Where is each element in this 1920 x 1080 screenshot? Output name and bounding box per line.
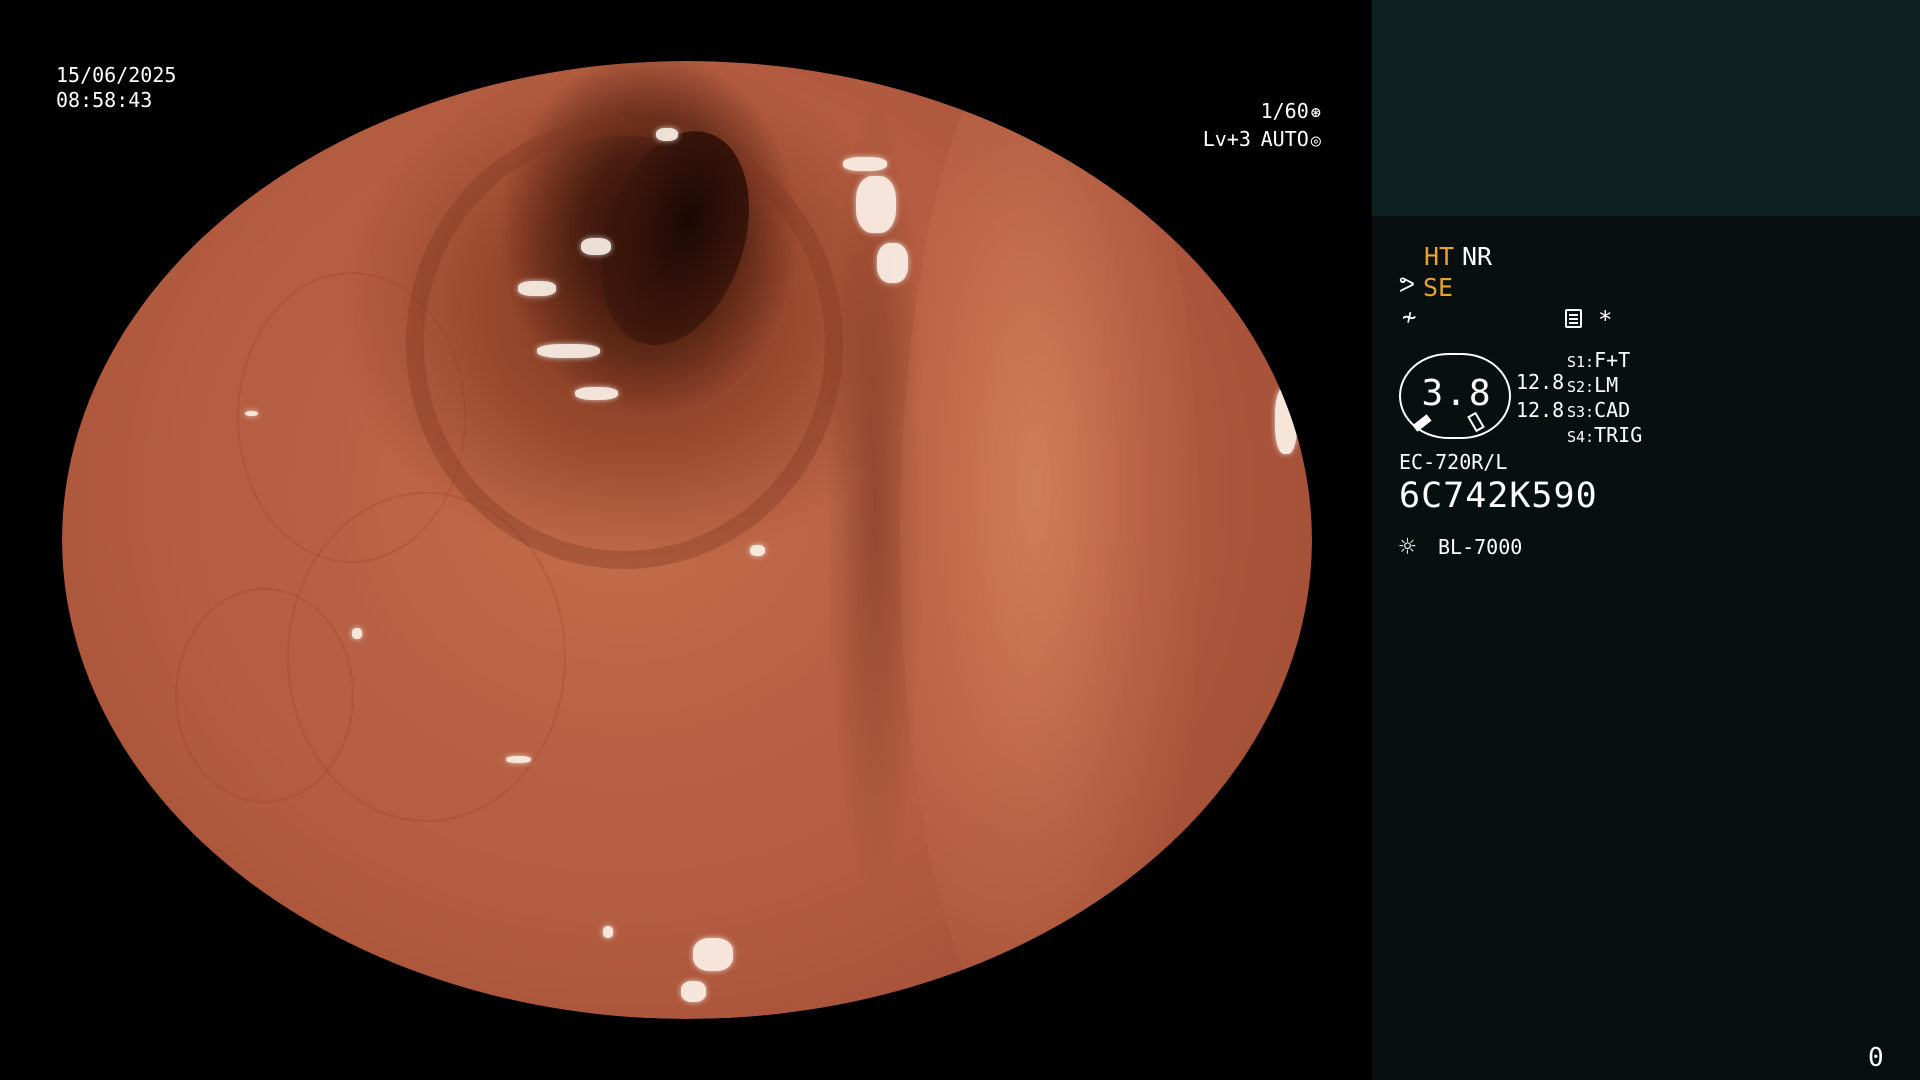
vessel-pattern — [174, 587, 354, 803]
specular-highlight — [580, 238, 611, 256]
zoom-value: 3.8 — [1421, 373, 1493, 414]
specular-highlight — [345, 951, 361, 962]
switch-function: LM — [1594, 373, 1619, 397]
nr-label: NR — [1462, 242, 1493, 271]
image-counter: 0 — [1868, 1043, 1884, 1073]
scope-switch-row: S2:LM — [1567, 373, 1618, 397]
sun-icon: ☼ — [1399, 530, 1416, 563]
shutter-speed-row: 1/60 ⊛ — [1196, 98, 1321, 126]
specular-highlight — [749, 544, 765, 557]
specular-highlight — [855, 175, 896, 234]
switch-key: S4: — [1567, 428, 1595, 446]
scope-switch-row: S4:TRIG — [1567, 423, 1642, 447]
specular-highlight — [603, 926, 614, 938]
gauge-marker-filled-icon — [1412, 414, 1432, 432]
switch-key: S3: — [1567, 403, 1595, 421]
switch-key: S1: — [1567, 353, 1595, 371]
se-label: SE — [1423, 273, 1454, 302]
gauge-marker-outline-icon — [1467, 411, 1485, 433]
light-source-model: BL-7000 — [1438, 535, 1523, 559]
scope-switch-row: S3:CAD — [1567, 398, 1630, 422]
scope-switch-row: S1:F+T — [1567, 348, 1630, 372]
info-header-block — [1372, 0, 1920, 216]
specular-highlight — [537, 343, 600, 358]
time-label: 08:58:43 — [56, 88, 153, 112]
endoscopic-image — [62, 61, 1312, 1019]
specular-highlight — [505, 755, 531, 764]
star-label: * — [1598, 306, 1613, 334]
switch-key: S2: — [1567, 378, 1595, 396]
zoom-gauge: 3.8 — [1399, 353, 1511, 439]
aperture-icon: ⊛ — [1310, 103, 1321, 123]
mucosal-fold — [899, 61, 1200, 1019]
zoom-reading-1: 12.8 — [1516, 370, 1565, 394]
scope-serial-number: 6C742K590 — [1399, 476, 1598, 516]
switch-function: TRIG — [1594, 423, 1643, 447]
endoscope-video-area: 15/06/2025 08:58:43 1/60 ⊛ Lv+3 AUTO ◎ — [0, 0, 1372, 1080]
no-flash-icon: ≁ — [1402, 303, 1417, 331]
ht-label: HT — [1424, 242, 1455, 271]
scope-model: EC-720R/L — [1399, 450, 1508, 474]
zoom-reading-2: 12.8 — [1516, 398, 1565, 422]
brightness-level: Lv+3 — [1202, 127, 1251, 151]
wave-icon: ᕗ — [1399, 273, 1415, 298]
specular-highlight — [843, 156, 887, 172]
info-panel: HT NR ᕗ SE ≁ * 3.8 12.8 12.8 S1:F+T S2:L… — [1372, 0, 1920, 1080]
specular-highlight — [877, 243, 909, 284]
specular-highlight — [518, 281, 556, 296]
specular-highlight — [655, 128, 679, 142]
switch-function: F+T — [1594, 348, 1631, 372]
shutter-speed: 1/60 — [1260, 99, 1309, 123]
exposure-row: Lv+3 AUTO ◎ — [1166, 126, 1321, 154]
specular-highlight — [693, 937, 734, 972]
specular-highlight — [574, 386, 619, 401]
iris-icon: ◎ — [1310, 131, 1321, 151]
date-label: 15/06/2025 — [56, 63, 177, 87]
specular-highlight — [680, 980, 706, 1002]
specular-highlight — [352, 628, 362, 639]
memo-icon — [1565, 309, 1582, 328]
switch-function: CAD — [1594, 398, 1631, 422]
specular-highlight — [1274, 386, 1297, 454]
exposure-mode: AUTO — [1260, 127, 1309, 151]
